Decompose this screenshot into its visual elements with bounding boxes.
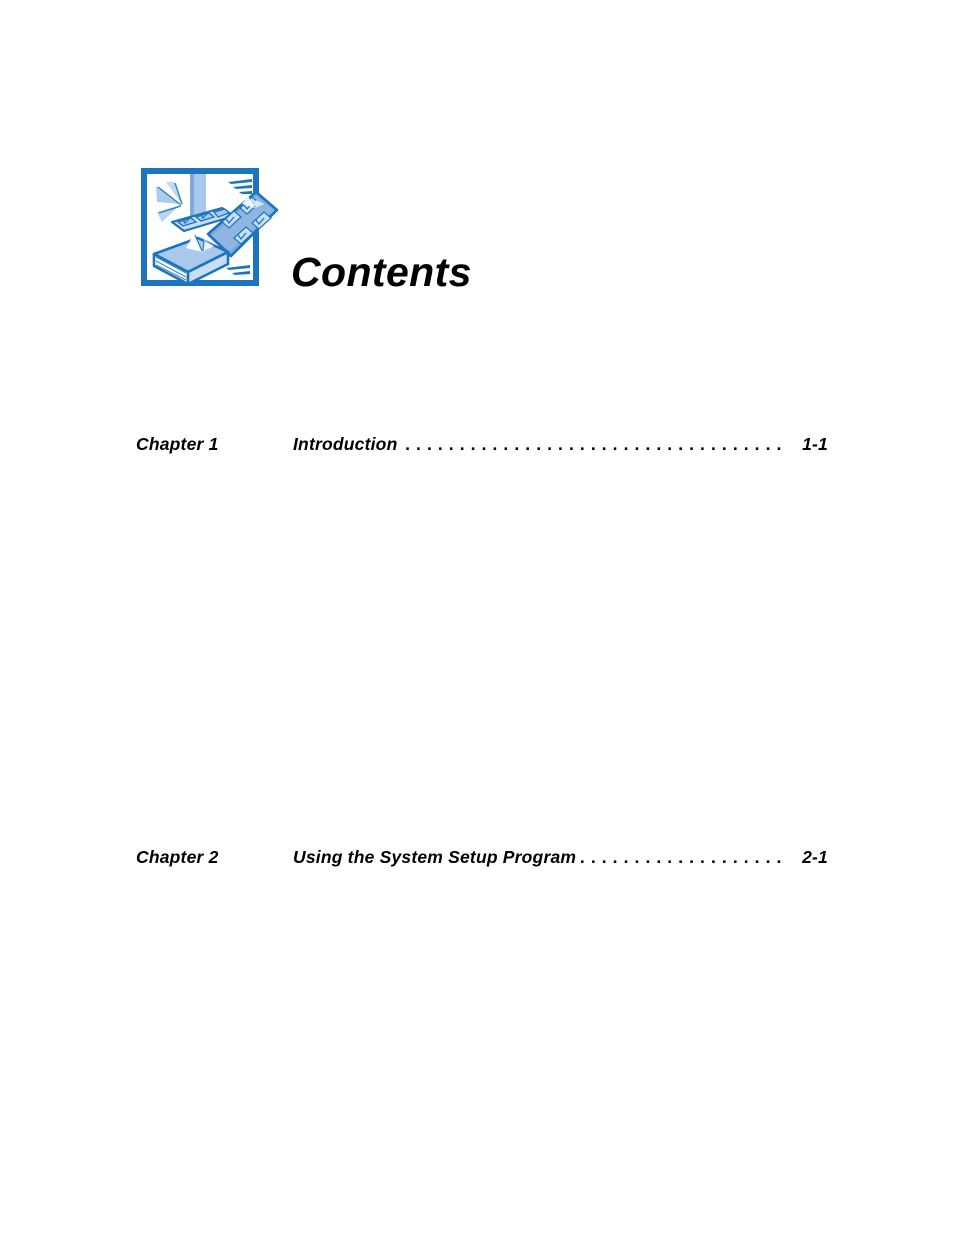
toc-chapter-label: Chapter 2 — [136, 847, 219, 867]
toc-entry[interactable]: Chapter 1 Introduction 1-1 — [136, 434, 828, 462]
toc-entry-title[interactable]: Using the System Setup Program — [293, 847, 576, 868]
toc-entry-body: Using the System Setup Program 2-1 — [293, 847, 828, 868]
toc-page-number: 1-1 — [802, 434, 828, 454]
contents-book-icon — [136, 160, 284, 310]
toc-page-number: 2-1 — [802, 847, 828, 867]
page-title: Contents — [291, 249, 472, 295]
page-header: Contents — [136, 160, 856, 310]
toc-entry-title[interactable]: Introduction — [293, 434, 397, 455]
toc-chapter-label: Chapter 1 — [136, 434, 219, 454]
toc-entry[interactable]: Chapter 2 Using the System Setup Program… — [136, 847, 828, 875]
document-page: Contents Chapter 1 Introduction 1-1 Chap… — [0, 0, 954, 1235]
toc-entry-body: Introduction 1-1 — [293, 434, 828, 455]
toc-dot-leader — [578, 847, 782, 863]
toc-dot-leader — [399, 434, 782, 450]
